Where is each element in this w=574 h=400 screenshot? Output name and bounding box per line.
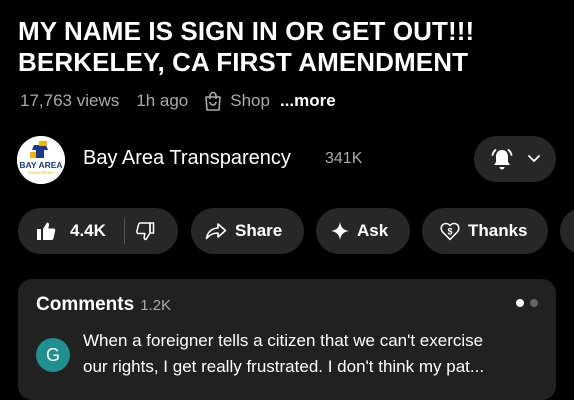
video-title-line1: MY NAME IS SIGN IN OR GET OUT!!! [18,16,475,46]
dislike-button[interactable] [135,221,155,241]
sparkle-icon [331,222,349,240]
upload-time: 1h ago [136,91,189,110]
channel-avatar[interactable]: BAY AREA TRANSPARENCY [17,136,65,184]
more-actions-button[interactable] [560,208,574,254]
logo-subtext: TRANSPARENCY [27,171,55,175]
view-count: 17,763 views [20,91,120,110]
ask-label: Ask [357,221,389,240]
share-icon [205,223,227,240]
more-link[interactable]: ...more [280,91,336,111]
shop-link[interactable]: Shop [204,91,270,111]
commenter-avatar: G [36,338,70,372]
bell-icon [491,149,513,170]
like-button[interactable]: 4.4K [18,221,106,241]
thumbs-up-icon [37,222,56,240]
svg-text:$: $ [447,227,452,237]
like-dislike-pill: 4.4K [18,208,178,254]
logo-text: BAY AREA [19,160,62,170]
share-label: Share [235,221,283,240]
top-comment-line2: our rights, I get really frustrated. I d… [83,357,485,376]
video-title-line2: BERKELEY, CA FIRST AMENDMENT [18,47,469,77]
thanks-button[interactable]: $ Thanks [422,208,548,254]
channel-name[interactable]: Bay Area Transparency [83,147,291,170]
video-meta[interactable]: 17,763 views 1h ago Shop ...more [20,88,336,114]
comments-page-dots [516,299,538,307]
channel-logo: BAY AREA TRANSPARENCY [17,136,65,184]
chevron-down-icon [528,155,540,162]
notifications-button[interactable] [474,136,556,182]
thumbs-down-icon [136,222,155,241]
thanks-label: Thanks [468,221,528,240]
like-divider [123,218,125,244]
share-button[interactable]: Share [191,208,304,254]
subscriber-count: 341K [325,150,363,167]
like-count: 4.4K [70,221,106,240]
top-comment-line1: When a foreigner tells a citizen that we… [83,331,484,350]
page-dot [530,299,538,307]
action-bar: 4.4K Share Ask $ Thanks [18,208,574,254]
comments-card[interactable]: Comments 1.2K G When a foreigner tells a… [18,279,556,400]
comments-count: 1.2K [140,297,172,314]
top-comment-text: When a foreigner tells a citizen that we… [83,328,543,380]
ask-button[interactable]: Ask [316,208,410,254]
video-title: MY NAME IS SIGN IN OR GET OUT!!! BERKELE… [18,16,563,78]
comments-header: Comments 1.2K [36,294,171,316]
thanks-icon: $ [440,222,460,241]
svg-text:TRANSPARENCY: TRANSPARENCY [27,171,55,175]
shopping-bag-icon [205,91,222,111]
svg-text:BAY AREA: BAY AREA [19,160,62,170]
page-dot-active [516,299,524,307]
shop-label: Shop [230,91,270,110]
channel-row[interactable]: BAY AREA TRANSPARENCY Bay Area Transpare… [17,136,557,184]
comments-title: Comments [36,294,135,315]
